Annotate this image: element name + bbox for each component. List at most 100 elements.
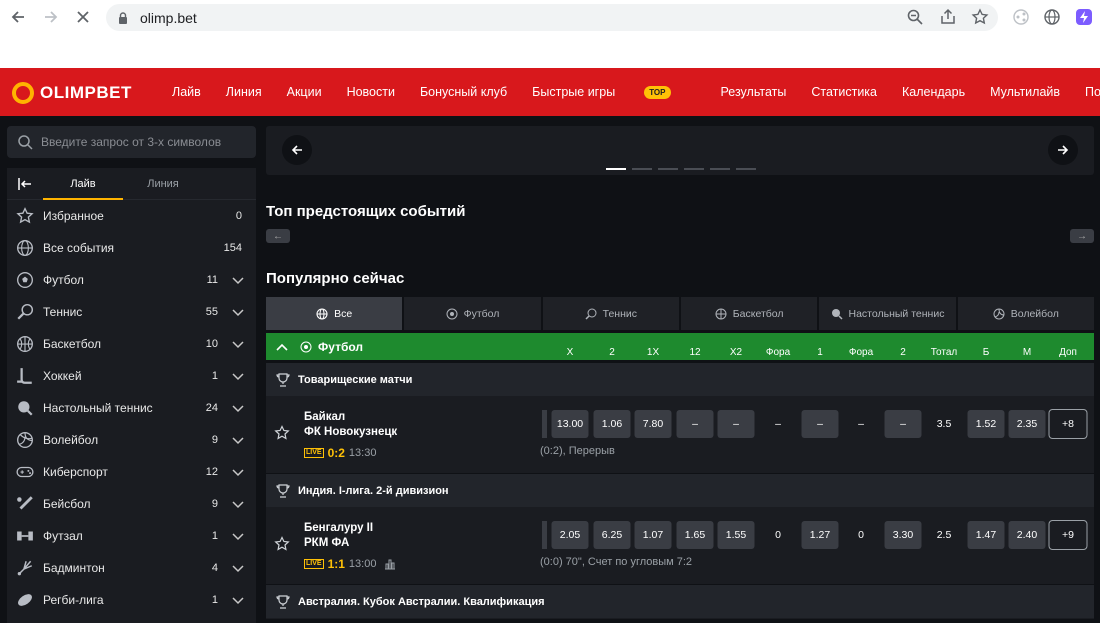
chevron-down-icon[interactable] <box>232 530 244 542</box>
odds-button[interactable]: 7.80 <box>634 410 672 438</box>
sidebar-item-badminton[interactable]: Бадминтон 4 <box>7 552 256 584</box>
chevron-down-icon[interactable] <box>232 434 244 446</box>
collapse-sidebar-icon[interactable] <box>7 177 43 190</box>
banner-next-arrow-icon[interactable] <box>1048 135 1078 165</box>
odds-button[interactable]: 6.25 <box>593 521 631 549</box>
menu-item-statistics[interactable]: Статистика <box>811 85 877 99</box>
sidebar-item-hockey[interactable]: Хоккей 1 <box>7 360 256 392</box>
menu-item-results[interactable]: Результаты <box>721 85 787 99</box>
odds-button[interactable]: 2.35 <box>1008 410 1046 438</box>
group-toggle[interactable]: Футбол <box>276 340 363 354</box>
favorite-star-icon[interactable] <box>274 425 290 441</box>
odds-button[interactable]: 1.52 <box>967 410 1005 438</box>
banner-prev-arrow-icon[interactable] <box>282 135 312 165</box>
odds-button[interactable]: 1.07 <box>634 521 672 549</box>
menu-item-promotions[interactable]: Акции <box>287 85 322 99</box>
odds-button[interactable]: 3.30 <box>884 521 922 549</box>
extension-share-icon[interactable] <box>1012 8 1030 26</box>
top-events-prev-arrow-icon[interactable]: ← <box>266 229 290 243</box>
extension-bolt-icon[interactable] <box>1075 8 1093 26</box>
chevron-down-icon[interactable] <box>232 274 244 286</box>
favorite-star-icon[interactable] <box>274 536 290 552</box>
odds-button[interactable]: 1.65 <box>676 521 714 549</box>
menu-item-multilive[interactable]: Мультилайв <box>990 85 1060 99</box>
olimpbet-logo[interactable]: OLIMPBET <box>12 82 132 104</box>
extension-globe-icon[interactable] <box>1043 8 1061 26</box>
filter-tab-table-tennis[interactable]: Настольный теннис <box>819 297 956 330</box>
sidebar-item-futsal[interactable]: Футзал 1 <box>7 520 256 552</box>
forward-arrow-icon[interactable] <box>40 6 62 28</box>
odds-button[interactable]: 1.47 <box>967 521 1005 549</box>
address-bar[interactable]: olimp.bet <box>106 4 998 31</box>
sidebar-item-tennis[interactable]: Теннис 55 <box>7 296 256 328</box>
event-row[interactable]: Бенгалуру II РКМ ФА LIVE 1:1 13:00 (0:0)… <box>266 508 1094 584</box>
stop-loading-icon[interactable] <box>72 6 94 28</box>
odds-button[interactable]: 2.05 <box>551 521 589 549</box>
zoom-icon[interactable] <box>906 8 924 26</box>
league-row[interactable]: Индия. I-лига. 2-й дивизион <box>266 474 1094 508</box>
sidebar-item-rugby[interactable]: Регби-лига 1 <box>7 584 256 616</box>
banner-dot[interactable] <box>658 168 678 170</box>
sidebar-item-basketball[interactable]: Баскетбол 10 <box>7 328 256 360</box>
banner-dot[interactable] <box>632 168 652 170</box>
odds-button[interactable]: 1.27 <box>801 521 839 549</box>
odds-button[interactable]: – <box>676 410 714 438</box>
more-markets-button[interactable]: +9 <box>1048 520 1088 550</box>
tab-live[interactable]: Лайв <box>43 168 123 200</box>
sidebar-item-label: Бадминтон <box>43 561 105 575</box>
odds-button[interactable]: – <box>884 410 922 438</box>
banner-dot[interactable] <box>736 168 756 170</box>
stats-icon[interactable] <box>384 558 396 570</box>
tab-line[interactable]: Линия <box>123 168 203 200</box>
chevron-down-icon[interactable] <box>232 562 244 574</box>
sidebar-item-star[interactable]: Избранное 0 <box>7 200 256 232</box>
sidebar-item-football[interactable]: Футбол 11 <box>7 264 256 296</box>
chevron-down-icon[interactable] <box>232 338 244 350</box>
menu-item-line[interactable]: Линия <box>226 85 262 99</box>
odds-button[interactable]: 1.06 <box>593 410 631 438</box>
menu-item-news[interactable]: Новости <box>347 85 395 99</box>
event-row[interactable]: Байкал ФК Новокузнецк LIVE 0:2 13:30 (0:… <box>266 397 1094 473</box>
search-input[interactable] <box>41 135 241 149</box>
filter-tab-all[interactable]: Все <box>266 297 403 330</box>
menu-item-bonus-club[interactable]: Бонусный клуб <box>420 85 507 99</box>
league-row[interactable]: Австралия. Кубок Австралии. Квалификация <box>266 585 1094 619</box>
banner-dot[interactable] <box>710 168 730 170</box>
odds-button[interactable]: 2.40 <box>1008 521 1046 549</box>
team-away[interactable]: РКМ ФА <box>304 537 349 549</box>
filter-tab-football[interactable]: Футбол <box>404 297 541 330</box>
chevron-down-icon[interactable] <box>232 402 244 414</box>
odds-button[interactable]: – <box>717 410 755 438</box>
sidebar-item-globe[interactable]: Все события 154 <box>7 232 256 264</box>
team-away[interactable]: ФК Новокузнецк <box>304 426 397 438</box>
chevron-down-icon[interactable] <box>232 466 244 478</box>
share-icon[interactable] <box>939 8 957 26</box>
odds-button[interactable]: 1.55 <box>717 521 755 549</box>
chevron-down-icon[interactable] <box>232 498 244 510</box>
menu-item-help[interactable]: Помощь <box>1085 85 1100 99</box>
menu-item-fast-games[interactable]: Быстрые игры TOP <box>532 85 695 100</box>
bookmark-star-icon[interactable] <box>971 8 989 26</box>
menu-item-calendar[interactable]: Календарь <box>902 85 965 99</box>
sidebar-item-gamepad[interactable]: Киберспорт 12 <box>7 456 256 488</box>
odds-button[interactable]: – <box>801 410 839 438</box>
odds-button[interactable]: 13.00 <box>551 410 589 438</box>
sidebar-item-volleyball[interactable]: Волейбол 9 <box>7 424 256 456</box>
top-events-next-arrow-icon[interactable]: → <box>1070 229 1094 243</box>
sidebar-item-baseball[interactable]: Бейсбол 9 <box>7 488 256 520</box>
sidebar-item-table-tennis[interactable]: Настольный теннис 24 <box>7 392 256 424</box>
team-home[interactable]: Байкал <box>304 411 345 423</box>
league-row[interactable]: Товарищеские матчи <box>266 363 1094 397</box>
chevron-down-icon[interactable] <box>232 594 244 606</box>
menu-item-live[interactable]: Лайв <box>172 85 201 99</box>
filter-tab-volleyball[interactable]: Волейбол <box>957 297 1094 330</box>
chevron-down-icon[interactable] <box>232 306 244 318</box>
chevron-down-icon[interactable] <box>232 370 244 382</box>
filter-tab-tennis[interactable]: Теннис <box>542 297 679 330</box>
banner-dot[interactable] <box>606 168 626 170</box>
team-home[interactable]: Бенгалуру II <box>304 522 373 534</box>
more-markets-button[interactable]: +8 <box>1048 409 1088 439</box>
back-arrow-icon[interactable] <box>7 6 29 28</box>
filter-tab-basketball[interactable]: Баскетбол <box>680 297 818 330</box>
banner-dot[interactable] <box>684 168 704 170</box>
